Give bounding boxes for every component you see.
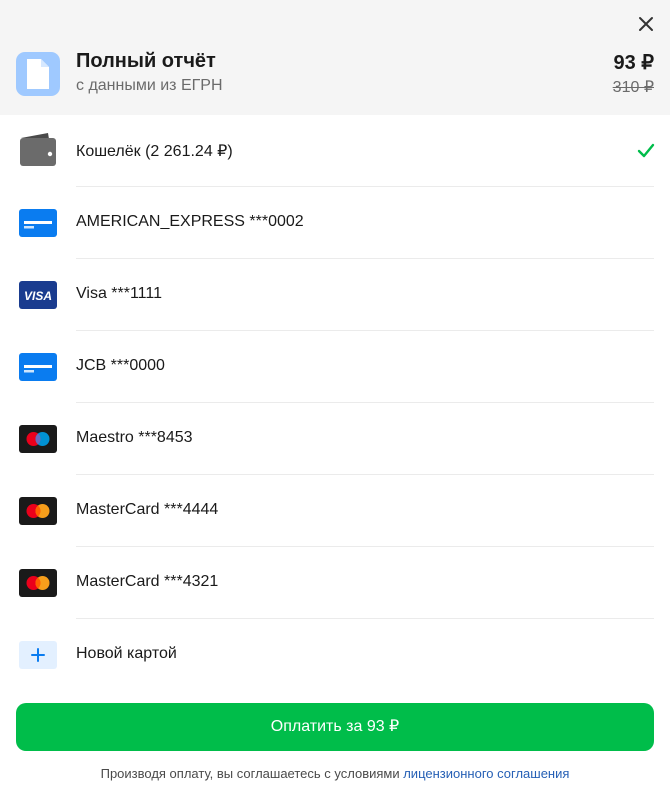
document-icon xyxy=(16,52,60,96)
payment-method-mastercard-4321[interactable]: MasterCard ***4321 xyxy=(0,547,670,619)
payment-method-maestro[interactable]: Maestro ***8453 xyxy=(0,403,670,475)
card-icon xyxy=(18,204,58,242)
payment-method-label: JCB ***0000 xyxy=(76,357,165,374)
payment-method-label: Кошелёк (2 261.24 ₽) xyxy=(76,143,233,160)
payment-method-amex[interactable]: AMERICAN_EXPRESS ***0002 xyxy=(0,187,670,259)
maestro-icon xyxy=(18,420,58,458)
payment-method-visa[interactable]: VISA Visa ***1111 xyxy=(0,259,670,331)
payment-methods-list: Кошелёк (2 261.24 ₽) AMERICAN_EXPRESS **… xyxy=(0,115,670,691)
payment-method-new-card[interactable]: Новой картой xyxy=(0,619,670,691)
plus-icon xyxy=(18,636,58,674)
card-icon xyxy=(18,348,58,386)
terms-prefix: Производя оплату, вы соглашаетесь с усло… xyxy=(100,766,404,781)
payment-method-label: MasterCard ***4444 xyxy=(76,501,219,518)
report-title: Полный отчёт xyxy=(76,50,216,72)
pay-button[interactable]: Оплатить за 93 ₽ xyxy=(16,703,654,751)
payment-method-label: Новой картой xyxy=(76,645,177,662)
report-subtitle: с данными из ЕГРН xyxy=(76,77,223,94)
price: 93 ₽ xyxy=(613,52,654,74)
mastercard-icon xyxy=(18,564,58,602)
close-icon[interactable] xyxy=(634,12,658,36)
terms-text: Производя оплату, вы соглашаетесь с усло… xyxy=(0,766,670,781)
visa-icon-text: VISA xyxy=(24,289,52,303)
payment-method-mastercard-4444[interactable]: MasterCard ***4444 xyxy=(0,475,670,547)
check-icon xyxy=(636,141,656,161)
payment-method-label: AMERICAN_EXPRESS ***0002 xyxy=(76,213,304,230)
wallet-icon xyxy=(18,132,58,170)
payment-method-label: MasterCard ***4321 xyxy=(76,573,219,590)
visa-icon: VISA xyxy=(18,276,58,314)
mastercard-icon xyxy=(18,492,58,530)
header: Полный отчёт с данными из ЕГРН 93 ₽ 310 … xyxy=(0,0,670,115)
payment-method-wallet[interactable]: Кошелёк (2 261.24 ₽) xyxy=(0,115,670,187)
payment-method-label: Visa ***1111 xyxy=(76,285,162,302)
old-price: 310 ₽ xyxy=(612,79,654,96)
payment-method-label: Maestro ***8453 xyxy=(76,429,193,446)
payment-method-jcb[interactable]: JCB ***0000 xyxy=(0,331,670,403)
license-agreement-link[interactable]: лицензионного соглашения xyxy=(403,766,569,781)
